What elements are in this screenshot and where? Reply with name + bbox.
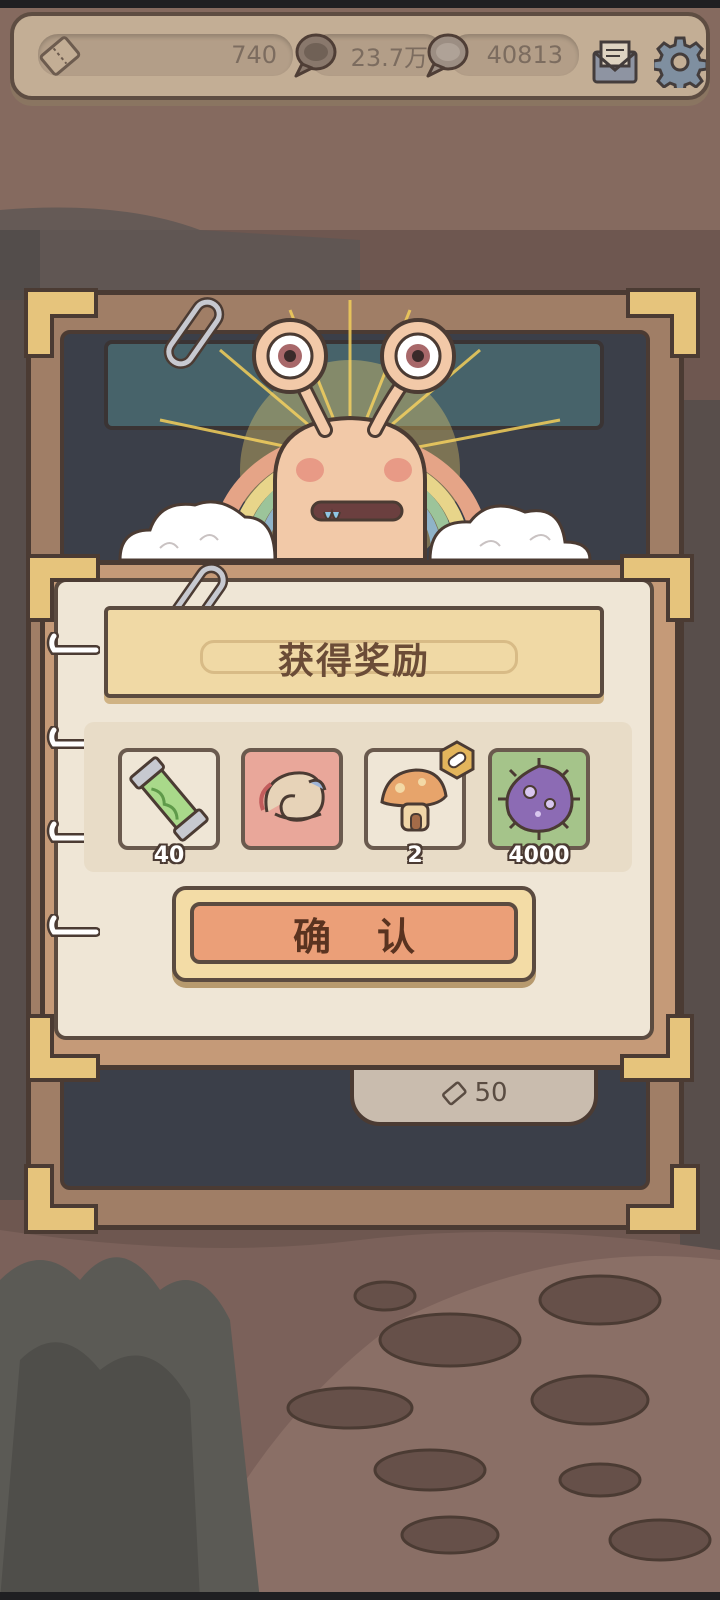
gem-value: 40813	[486, 41, 563, 69]
reward-count: 4000	[508, 843, 570, 868]
confirm-button[interactable]: 确认	[172, 886, 536, 982]
snail-shell-icon	[259, 771, 327, 822]
reward-slot-mushroom[interactable]: 2	[364, 740, 475, 868]
top-resource-bar: 740 23.7万 40813	[10, 12, 710, 100]
green-capsule-icon	[129, 756, 209, 842]
ticket-icon	[39, 36, 81, 76]
gear-icon[interactable]	[654, 36, 706, 88]
bubble-gem-icon	[426, 33, 469, 78]
reward-slot-virus[interactable]: 4000	[488, 748, 590, 868]
mail-icon[interactable]	[588, 38, 642, 86]
binder-ring	[46, 632, 100, 655]
ticket-value: 740	[231, 41, 277, 69]
reward-title: 获得奖励	[277, 641, 430, 682]
reward-count: 40	[153, 843, 185, 868]
pill-badge-icon	[439, 740, 475, 780]
coin-value: 23.7万	[350, 43, 428, 72]
reward-slot-capsule[interactable]: 40	[118, 748, 220, 868]
reward-slot-shell[interactable]	[241, 748, 343, 850]
confirm-button-label: 确认	[190, 902, 518, 964]
paperclip-icon	[163, 297, 225, 369]
reward-count: 2	[407, 843, 423, 868]
binder-ring	[46, 914, 100, 937]
purple-virus-icon	[498, 758, 580, 840]
bubble-coin-icon	[294, 33, 337, 78]
reward-title-plate: 获得奖励	[104, 606, 604, 698]
